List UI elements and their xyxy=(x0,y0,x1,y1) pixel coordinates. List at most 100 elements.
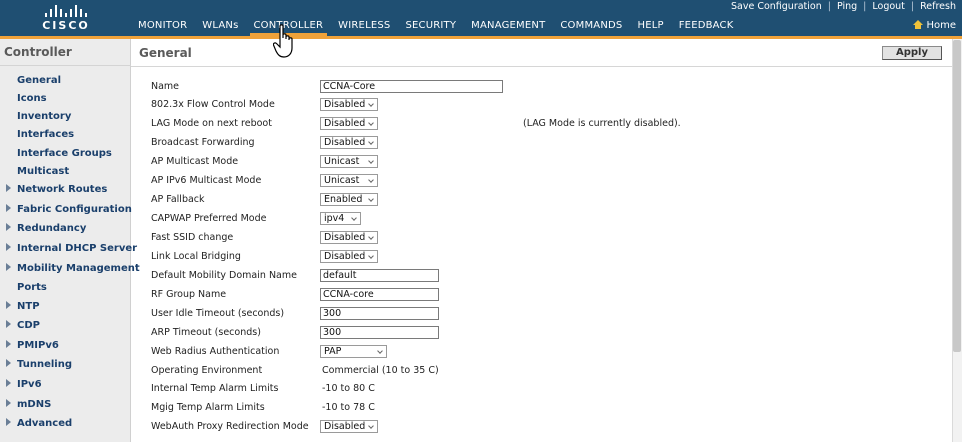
separator: | xyxy=(863,1,867,12)
sidebar-item-label: NTP xyxy=(17,301,40,312)
nav-management[interactable]: MANAGEMENT xyxy=(471,20,545,31)
expand-arrow-icon xyxy=(6,184,11,192)
sidebar-item-fabric-configuration[interactable]: Fabric Configuration xyxy=(6,204,132,215)
chevron-down-icon xyxy=(368,253,374,259)
nav-feedback[interactable]: FEEDBACK xyxy=(679,20,734,31)
field-label-mgig-temp-alarm-limits: Mgig Temp Alarm Limits xyxy=(151,402,265,413)
ping-link[interactable]: Ping xyxy=(837,1,857,12)
nav-security[interactable]: SECURITY xyxy=(405,20,456,31)
operating-environment-value: Commercial (10 to 35 C) xyxy=(322,365,439,376)
link-local-bridging-select[interactable]: Disabled xyxy=(320,250,378,263)
sidebar-item-mdns[interactable]: mDNS xyxy=(6,399,51,410)
expand-arrow-icon xyxy=(6,340,11,348)
sidebar-item-label: PMIPv6 xyxy=(17,340,59,351)
sidebar-item-ipv6[interactable]: IPv6 xyxy=(6,379,42,390)
home-link[interactable]: Home xyxy=(913,20,956,31)
select-value: Disabled xyxy=(324,137,366,148)
mgig-temp-alarm-limits-value: -10 to 78 C xyxy=(322,402,375,413)
nav-wlans[interactable]: WLANs xyxy=(202,20,238,31)
select-value: Unicast xyxy=(324,156,360,167)
ap-fallback-select[interactable]: Enabled xyxy=(320,193,378,206)
broadcast-forwarding-select[interactable]: Disabled xyxy=(320,136,378,149)
save-configuration-link[interactable]: Save Configuration xyxy=(731,1,822,12)
sidebar-item-label: Advanced xyxy=(17,418,73,429)
sidebar-item-label: Redundancy xyxy=(17,223,87,234)
webauth-proxy-redirection-mode-select[interactable]: Disabled xyxy=(320,420,378,433)
select-value: Disabled xyxy=(324,118,366,129)
field-label-link-local-bridging: Link Local Bridging xyxy=(151,251,241,262)
user-idle-timeout-seconds-input[interactable]: 300 xyxy=(320,307,439,320)
sidebar-item-label: Network Routes xyxy=(17,184,108,195)
ap-multicast-mode-select[interactable]: Unicast xyxy=(320,155,378,168)
capwap-preferred-mode-select[interactable]: ipv4 xyxy=(320,212,361,225)
sidebar-item-label: Mobility Management xyxy=(17,263,140,274)
sidebar-item-label: Interfaces xyxy=(17,129,75,140)
top-header: CISCO Save Configuration | Ping | Logout… xyxy=(0,0,962,36)
ap-ipv6-multicast-mode-select[interactable]: Unicast xyxy=(320,174,378,187)
page-title: General xyxy=(139,46,192,60)
fast-ssid-change-select[interactable]: Disabled xyxy=(320,231,378,244)
main-content: General Apply Name CCNA-Core 802.3x Flow C… xyxy=(131,39,952,442)
field-label-web-radius-authentication: Web Radius Authentication xyxy=(151,346,280,357)
field-label-fast-ssid-change: Fast SSID change xyxy=(151,232,234,243)
sidebar-item-general[interactable]: General xyxy=(6,75,61,86)
sidebar-item-advanced[interactable]: Advanced xyxy=(6,418,72,429)
nav-monitor[interactable]: MONITOR xyxy=(138,20,187,31)
select-value: Disabled xyxy=(324,251,366,262)
expand-arrow-icon xyxy=(6,399,11,407)
802-3x-flow-control-mode-select[interactable]: Disabled xyxy=(320,98,378,111)
select-value: PAP xyxy=(324,346,342,357)
sidebar-item-pmipv6[interactable]: PMIPv6 xyxy=(6,340,59,351)
sidebar-item-internal-dhcp-server[interactable]: Internal DHCP Server xyxy=(6,243,137,254)
sidebar-item-redundancy[interactable]: Redundancy xyxy=(6,223,86,234)
field-label-capwap-preferred-mode: CAPWAP Preferred Mode xyxy=(151,213,267,224)
nav-commands[interactable]: COMMANDS xyxy=(560,20,622,31)
logo-wordmark: CISCO xyxy=(42,19,90,32)
lag-mode-status-note: (LAG Mode is currently disabled). xyxy=(523,118,681,129)
logout-link[interactable]: Logout xyxy=(872,1,905,12)
apply-button[interactable]: Apply xyxy=(882,46,942,60)
lag-mode-on-next-reboot-select[interactable]: Disabled xyxy=(320,117,378,130)
sidebar-item-interfaces[interactable]: Interfaces xyxy=(6,129,74,140)
home-icon xyxy=(913,20,924,29)
chevron-down-icon xyxy=(368,158,374,164)
sidebar-item-cdp[interactable]: CDP xyxy=(6,320,40,331)
sidebar-item-label: Tunneling xyxy=(17,359,72,370)
sidebar-item-mobility-management[interactable]: Mobility Management xyxy=(6,263,140,274)
sidebar-item-multicast[interactable]: Multicast xyxy=(6,166,69,177)
sidebar-item-label: Interface Groups xyxy=(17,148,112,159)
web-radius-authentication-select[interactable]: PAP xyxy=(320,345,387,358)
home-label: Home xyxy=(926,20,956,31)
expand-arrow-icon xyxy=(6,359,11,367)
select-value: ipv4 xyxy=(324,213,345,224)
rf-group-name-input[interactable]: CCNA-core xyxy=(320,288,439,301)
sidebar-item-inventory[interactable]: Inventory xyxy=(6,111,71,122)
name-input[interactable]: CCNA-Core xyxy=(320,80,503,93)
sidebar-item-ports[interactable]: Ports xyxy=(6,282,47,293)
expand-arrow-icon xyxy=(6,204,11,212)
chevron-down-icon xyxy=(368,120,374,126)
refresh-link[interactable]: Refresh xyxy=(920,1,956,12)
nav-help[interactable]: HELP xyxy=(637,20,663,31)
sidebar-title: Controller xyxy=(4,45,72,59)
sidebar-item-ntp[interactable]: NTP xyxy=(6,301,40,312)
sidebar-item-tunneling[interactable]: Tunneling xyxy=(6,359,72,370)
arp-timeout-seconds-input[interactable]: 300 xyxy=(320,326,439,339)
sidebar-item-network-routes[interactable]: Network Routes xyxy=(6,184,107,195)
sidebar-item-label: Multicast xyxy=(17,166,70,177)
chevron-down-icon xyxy=(368,139,374,145)
sidebar-item-interface-groups[interactable]: Interface Groups xyxy=(6,148,112,159)
nav-wireless[interactable]: WIRELESS xyxy=(338,20,390,31)
select-value: Disabled xyxy=(324,232,366,243)
default-mobility-domain-name-input[interactable]: default xyxy=(320,269,439,282)
sidebar-item-icons[interactable]: Icons xyxy=(6,93,47,104)
sidebar: Controller General Icons Inventory Interfac… xyxy=(0,39,140,442)
chevron-down-icon xyxy=(368,101,374,107)
expand-arrow-icon xyxy=(6,223,11,231)
expand-arrow-icon xyxy=(6,320,11,328)
sidebar-item-label: Fabric Configuration xyxy=(17,204,132,215)
field-label-rf-group-name: RF Group Name xyxy=(151,289,227,300)
hand-cursor-icon xyxy=(273,24,293,58)
chevron-down-icon xyxy=(368,423,374,429)
scrollbar-thumb[interactable] xyxy=(953,40,961,352)
